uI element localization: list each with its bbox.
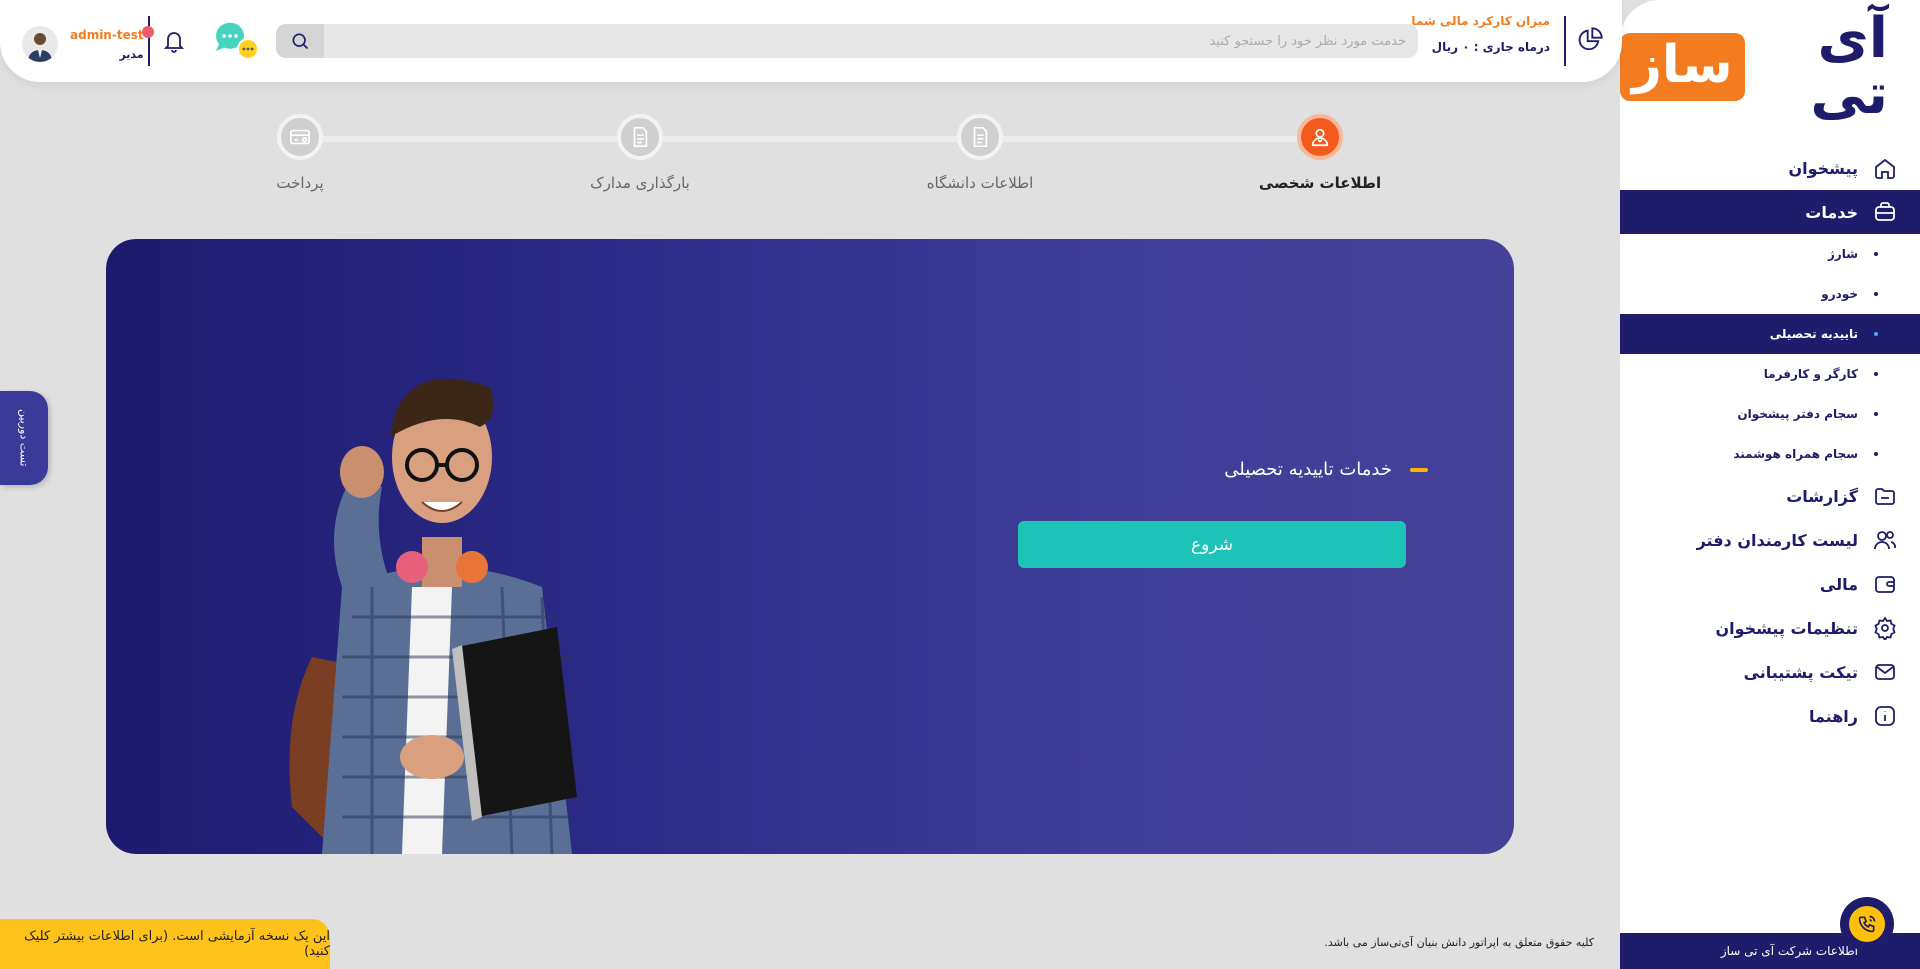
pie-chart-icon[interactable]: [1576, 26, 1604, 54]
sidebar-subitem-label: سجام دفتر پیشخوان: [1737, 407, 1858, 421]
users-icon: [1872, 527, 1898, 553]
sidebar-subitem-label: شارژ: [1827, 247, 1858, 261]
copyright-text: کلیه حقوق متعلق به اپراتور دانش بنیان آی…: [1324, 936, 1594, 949]
bullet-icon: [1874, 412, 1878, 416]
briefcase-icon: [1872, 199, 1898, 225]
avatar: [22, 26, 58, 62]
bell-icon[interactable]: [162, 28, 186, 54]
step-label: بارگذاری مدارک: [590, 174, 690, 192]
progress-stepper: اطلاعات شخصی اطلاعات دانشگاه بارگذاری مد…: [0, 114, 1622, 204]
header-divider: [148, 16, 150, 66]
start-button[interactable]: شروع: [1018, 521, 1406, 568]
header-divider: [1564, 16, 1566, 66]
search-icon: [292, 33, 309, 50]
sidebar-item-label: تنظیمات پیشخوان: [1715, 618, 1858, 638]
home-icon: [1872, 155, 1898, 181]
bullet-icon: [1874, 252, 1878, 256]
bullet-icon: [1874, 332, 1878, 336]
sidebar-item-finance[interactable]: مالی: [1620, 562, 1920, 606]
gear-icon: [1872, 615, 1898, 641]
sidebar-subitem-sejam-mobile[interactable]: سجام همراه هوشمند: [1620, 434, 1920, 474]
user-role: مدیر: [119, 47, 144, 61]
sidebar-subitem-worker-employer[interactable]: کارگر و کارفرما: [1620, 354, 1920, 394]
sidebar-item-label: گزارشات: [1786, 486, 1858, 506]
camera-test-tab[interactable]: تست دوربین: [0, 391, 48, 485]
sidebar-item-label: تیکت پشتیبانی: [1743, 662, 1858, 682]
company-info-label: اطلاعات شرکت آی تی ساز: [1720, 944, 1858, 958]
stepper-track: [300, 136, 1320, 142]
sidebar-item-help[interactable]: راهنما: [1620, 694, 1920, 738]
step-label: پرداخت: [276, 174, 324, 192]
logo-main-text: آی تی: [1810, 6, 1890, 127]
sidebar-item-support-ticket[interactable]: تیکت پشتیبانی: [1620, 650, 1920, 694]
sidebar-item-employees[interactable]: لیست کارمندان دفتر: [1620, 518, 1920, 562]
sidebar-item-label: راهنما: [1808, 706, 1858, 726]
sidebar-item-label: پیشخوان: [1788, 158, 1858, 178]
logo-accent-text: ساز: [1620, 33, 1745, 101]
sidebar-item-reports[interactable]: گزارشات: [1620, 474, 1920, 518]
banner-title: خدمات تاییدیه تحصیلی: [1224, 459, 1428, 480]
step-payment[interactable]: پرداخت: [230, 114, 370, 192]
phone-icon: [1849, 906, 1885, 942]
student-illustration: [289, 378, 577, 854]
sidebar-subitem-label: تاییدیه تحصیلی: [1769, 327, 1858, 341]
bullet-icon: [1874, 452, 1878, 456]
search-input[interactable]: [324, 24, 1418, 58]
chat-icon[interactable]: [212, 20, 260, 62]
username: admin-test: [70, 27, 144, 42]
banner-title-text: خدمات تاییدیه تحصیلی: [1224, 459, 1392, 480]
search-button[interactable]: [276, 24, 324, 58]
document-icon: [617, 114, 663, 160]
logo[interactable]: آی تی ساز: [1620, 11, 1890, 123]
bullet-icon: [1874, 292, 1878, 296]
sidebar-subitem-label: سجام همراه هوشمند: [1733, 447, 1858, 461]
sidebar-subitem-sejam-office[interactable]: سجام دفتر پیشخوان: [1620, 394, 1920, 434]
financial-usage-title: میزان کارکرد مالی شما: [1411, 14, 1550, 28]
call-button[interactable]: [1840, 897, 1894, 951]
sidebar-item-services[interactable]: خدمات: [1620, 190, 1920, 234]
user-info: admin-test مدیر: [70, 25, 154, 61]
title-accent-bar: [1410, 467, 1428, 472]
wallet-icon: [1872, 571, 1898, 597]
bullet-icon: [1874, 372, 1878, 376]
sidebar-subitem-charge[interactable]: شارژ: [1620, 234, 1920, 274]
mail-icon: [1872, 659, 1898, 685]
step-label: اطلاعات دانشگاه: [926, 174, 1034, 192]
folder-icon: [1872, 483, 1898, 509]
sidebar-item-label: خدمات: [1805, 202, 1858, 222]
trial-notice-text: این یک نسخه آزمایشی است. (برای اطلاعات ب…: [24, 929, 330, 959]
sidebar-item-label: لیست کارمندان دفتر: [1696, 530, 1858, 550]
status-dot: [141, 25, 154, 38]
step-label: اطلاعات شخصی: [1258, 174, 1382, 192]
financial-usage-value: درماه جاری : ۰ ریال: [1431, 40, 1550, 54]
service-banner: خدمات تاییدیه تحصیلی شروع: [106, 239, 1514, 854]
document-icon: [957, 114, 1003, 160]
step-personal-info[interactable]: اطلاعات شخصی: [1250, 114, 1390, 192]
financial-usage: میزان کارکرد مالی شما درماه جاری : ۰ ریا…: [1411, 14, 1550, 54]
sidebar-item-dashboard[interactable]: پیشخوان: [1620, 146, 1920, 190]
sidebar-item-label: مالی: [1819, 574, 1858, 594]
sidebar-nav: پیشخوان خدمات شارژ خودرو تاییدیه تحصیلی …: [1620, 146, 1920, 738]
card-icon: [277, 114, 323, 160]
trial-notice-banner[interactable]: این یک نسخه آزمایشی است. (برای اطلاعات ب…: [0, 919, 330, 969]
info-icon: [1872, 703, 1898, 729]
user-profile[interactable]: admin-test مدیر: [22, 25, 154, 62]
step-university-info[interactable]: اطلاعات دانشگاه: [910, 114, 1050, 192]
sidebar-subitem-education-verification[interactable]: تاییدیه تحصیلی: [1620, 314, 1920, 354]
camera-test-label: تست دوربین: [17, 409, 31, 467]
sidebar-subitem-vehicle[interactable]: خودرو: [1620, 274, 1920, 314]
sidebar-subitem-label: خودرو: [1821, 287, 1858, 301]
user-icon: [1297, 114, 1343, 160]
search-bar: [276, 24, 1418, 58]
sidebar-subitem-label: کارگر و کارفرما: [1763, 367, 1858, 381]
step-upload-documents[interactable]: بارگذاری مدارک: [570, 114, 710, 192]
sidebar: آی تی ساز پیشخوان خدمات شارژ خودرو تایید…: [1620, 0, 1920, 969]
sidebar-item-settings[interactable]: تنظیمات پیشخوان: [1620, 606, 1920, 650]
top-header: میزان کارکرد مالی شما درماه جاری : ۰ ریا…: [0, 0, 1622, 82]
